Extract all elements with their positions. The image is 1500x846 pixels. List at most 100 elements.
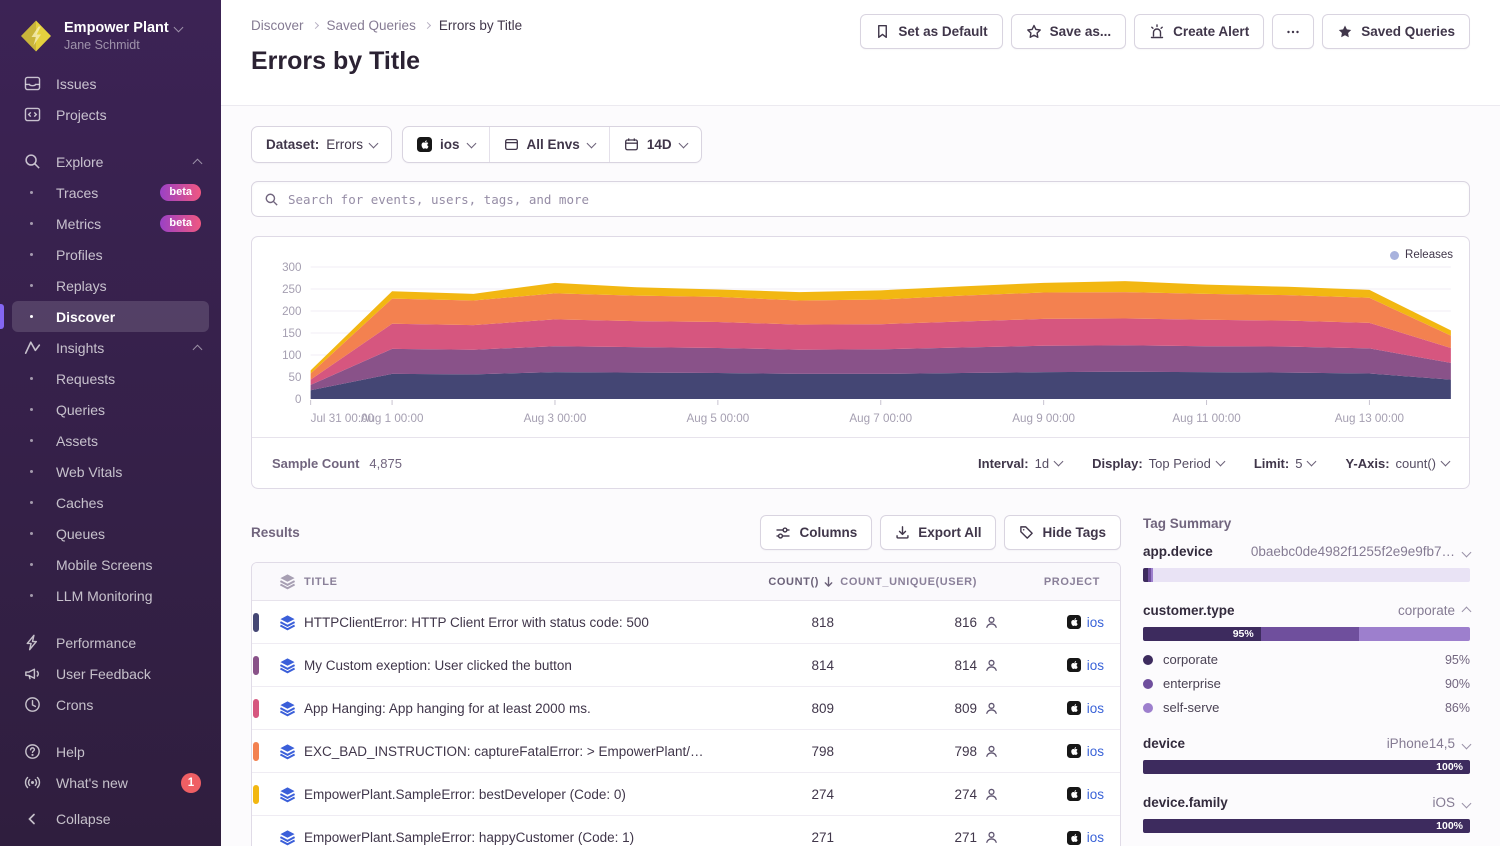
error-title[interactable]: EmpowerPlant.SampleError: bestDeveloper … [304, 787, 719, 802]
stacked-area-chart[interactable]: 050100150200250300Jul 31 00:00Aug 1 00:0… [260, 239, 1461, 437]
tag-section-header[interactable]: device.family iOS [1143, 795, 1470, 810]
apple-icon [417, 137, 432, 152]
chart-area[interactable]: Releases 050100150200250300Jul 31 00:00A… [252, 237, 1469, 437]
window-icon [504, 137, 519, 152]
table-row[interactable]: App Hanging: App hanging for at least 20… [252, 687, 1120, 730]
hide-tags-button[interactable]: Hide Tags [1004, 515, 1121, 550]
column-header-title[interactable]: TITLE [304, 576, 719, 588]
saved-queries-button[interactable]: Saved Queries [1322, 14, 1470, 49]
stack-icon [270, 829, 304, 846]
issues-icon [22, 74, 42, 94]
sidebar-item-crons[interactable]: Crons [12, 689, 209, 720]
project-link[interactable]: ios [1087, 744, 1104, 759]
sidebar-item-requests[interactable]: Requests [12, 363, 209, 394]
chevron-up-icon [193, 345, 203, 355]
unique-count-value: 271 [954, 830, 977, 845]
download-icon [895, 525, 910, 540]
dataset-selector[interactable]: Dataset: Errors [251, 126, 392, 163]
sidebar-item-queues[interactable]: Queues [12, 518, 209, 549]
sidebar-group-explore[interactable]: Explore [12, 146, 209, 177]
sidebar-collapse-button[interactable]: Collapse [12, 803, 209, 834]
sidebar-item-queries[interactable]: Queries [12, 394, 209, 425]
project-link[interactable]: ios [1087, 615, 1104, 630]
tag-distribution-bar[interactable]: 100% [1143, 819, 1470, 833]
tag-section-header[interactable]: customer.type corporate [1143, 603, 1470, 618]
sidebar-item-metrics[interactable]: Metrics beta [12, 208, 209, 239]
sidebar-group-insights[interactable]: Insights [12, 332, 209, 363]
error-title[interactable]: HTTPClientError: HTTP Client Error with … [304, 615, 719, 630]
project-link[interactable]: ios [1087, 787, 1104, 802]
sidebar-item-discover[interactable]: Discover [12, 301, 209, 332]
tag-distribution-bar[interactable]: 100% [1143, 760, 1470, 774]
error-title[interactable]: My Custom exeption: User clicked the but… [304, 658, 719, 673]
breadcrumb-discover[interactable]: Discover [251, 18, 304, 33]
chart-legend[interactable]: Releases [1390, 249, 1453, 261]
table-row[interactable]: EmpowerPlant.SampleError: bestDeveloper … [252, 773, 1120, 816]
svg-text:200: 200 [282, 306, 301, 318]
sidebar-item-mobile-screens[interactable]: Mobile Screens [12, 549, 209, 580]
sidebar-item-performance[interactable]: Performance [12, 627, 209, 658]
search-input[interactable] [288, 192, 1457, 207]
create-alert-button[interactable]: Create Alert [1134, 14, 1264, 49]
sidebar-item-assets[interactable]: Assets [12, 425, 209, 456]
environment-filter[interactable]: All Envs [489, 127, 609, 162]
y-axis-selector[interactable]: Y-Axis: count() [1345, 456, 1449, 471]
date-range-filter[interactable]: 14D [609, 127, 701, 162]
export-all-button[interactable]: Export All [880, 515, 996, 550]
error-title[interactable]: EmpowerPlant.SampleError: happyCustomer … [304, 830, 719, 845]
org-name: Empower Plant [64, 20, 169, 36]
tag-distribution-bar[interactable]: 95% [1143, 627, 1470, 641]
table-row[interactable]: EmpowerPlant.SampleError: happyCustomer … [252, 816, 1120, 846]
tag-section-customer-type: customer.type corporate 95% corporate 95… [1143, 603, 1470, 715]
table-row[interactable]: EXC_BAD_INSTRUCTION: captureFatalError: … [252, 730, 1120, 773]
error-title[interactable]: App Hanging: App hanging for at least 20… [304, 701, 719, 716]
releases-legend-dot-icon [1390, 251, 1399, 260]
sidebar-item-traces[interactable]: Traces beta [12, 177, 209, 208]
limit-selector[interactable]: Limit: 5 [1254, 456, 1316, 471]
error-title[interactable]: EXC_BAD_INSTRUCTION: captureFatalError: … [304, 744, 719, 759]
tag-breakdown-item[interactable]: enterprise 90% [1143, 676, 1470, 691]
sidebar-item-projects[interactable]: Projects [12, 99, 209, 130]
project-link[interactable]: ios [1087, 658, 1104, 673]
table-row[interactable]: My Custom exeption: User clicked the but… [252, 644, 1120, 687]
apple-icon [1067, 831, 1081, 845]
tag-breakdown-item[interactable]: self-serve 86% [1143, 700, 1470, 715]
series-dot-icon [1143, 703, 1153, 713]
more-options-button[interactable] [1272, 14, 1314, 49]
columns-button[interactable]: Columns [760, 515, 872, 550]
project-filter[interactable]: ios [403, 127, 489, 162]
svg-text:100: 100 [282, 350, 301, 362]
tag-section-header[interactable]: app.device 0baebc0de4982f1255f2e9e9fb7… [1143, 544, 1470, 559]
stack-icon[interactable] [270, 573, 304, 590]
column-header-project[interactable]: PROJECT [999, 576, 1104, 588]
save-as-button[interactable]: Save as... [1011, 14, 1127, 49]
project-link[interactable]: ios [1087, 830, 1104, 845]
breadcrumb-saved-queries[interactable]: Saved Queries [327, 18, 416, 33]
svg-text:300: 300 [282, 262, 301, 274]
table-header-row: TITLE COUNT() COUNT_UNIQUE(USER) PROJECT [252, 563, 1120, 601]
results-actions: Columns Export All Hide Tags [760, 515, 1121, 550]
display-selector[interactable]: Display: Top Period [1092, 456, 1224, 471]
org-switcher[interactable]: Empower Plant Jane Schmidt [0, 14, 221, 68]
sidebar-item-web-vitals[interactable]: Web Vitals [12, 456, 209, 487]
sidebar-item-issues[interactable]: Issues [12, 68, 209, 99]
svg-text:250: 250 [282, 284, 301, 296]
sidebar-item-llm-monitoring[interactable]: LLM Monitoring [12, 580, 209, 611]
sidebar-item-replays[interactable]: Replays [12, 270, 209, 301]
column-header-unique[interactable]: COUNT_UNIQUE(USER) [834, 576, 999, 588]
sidebar-item-user-feedback[interactable]: User Feedback [12, 658, 209, 689]
sidebar-item-help[interactable]: Help [12, 736, 209, 767]
tag-breakdown-item[interactable]: corporate 95% [1143, 652, 1470, 667]
series-dot-icon [1143, 655, 1153, 665]
set-as-default-button[interactable]: Set as Default [860, 14, 1002, 49]
tag-section-header[interactable]: device iPhone14,5 [1143, 736, 1470, 751]
sidebar-item-profiles[interactable]: Profiles [12, 239, 209, 270]
table-row[interactable]: HTTPClientError: HTTP Client Error with … [252, 601, 1120, 644]
tag-distribution-bar[interactable] [1143, 568, 1470, 582]
app-root: Empower Plant Jane Schmidt Issues Projec… [0, 0, 1500, 846]
interval-selector[interactable]: Interval: 1d [978, 456, 1062, 471]
project-link[interactable]: ios [1087, 701, 1104, 716]
sidebar-item-caches[interactable]: Caches [12, 487, 209, 518]
column-header-count[interactable]: COUNT() [719, 576, 834, 588]
sidebar-item-whats-new[interactable]: What's new 1 [12, 767, 209, 798]
